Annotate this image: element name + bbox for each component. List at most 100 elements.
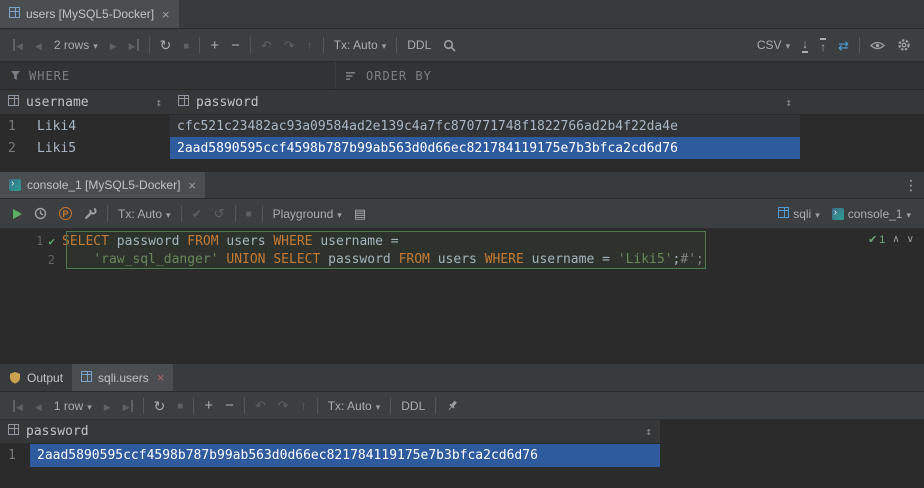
refresh-button[interactable] bbox=[154, 36, 178, 54]
page-size-dropdown[interactable]: 2 rows bbox=[48, 36, 104, 54]
results-tabbar: Output sqli.users × bbox=[0, 364, 924, 392]
cell-password-selected[interactable]: 2aad5890595ccf4598b787b99ab563d0d66ec821… bbox=[170, 137, 800, 159]
chevron-down-icon bbox=[166, 208, 171, 220]
console-session-dropdown[interactable]: console_1 bbox=[826, 205, 917, 223]
column-header-password[interactable]: password bbox=[0, 420, 660, 443]
stop-button[interactable] bbox=[171, 397, 189, 414]
table-row[interactable]: 1 Liki4 cfc521c23482ac93a09584ad2e139c4a… bbox=[0, 115, 924, 137]
cell-username[interactable]: Liki5 bbox=[30, 137, 170, 159]
submit-button[interactable] bbox=[295, 398, 313, 414]
next-result-button[interactable] bbox=[907, 234, 914, 245]
commit-button[interactable] bbox=[186, 206, 208, 222]
filter-funnel-icon bbox=[10, 70, 21, 81]
console-toolbar-right: sqli console_1 bbox=[772, 205, 917, 223]
cell-password[interactable]: cfc521c23482ac93a09584ad2e139c4a7fc87077… bbox=[170, 115, 800, 137]
tab-console-1[interactable]: console_1 [MySQL5-Docker] × bbox=[0, 172, 205, 198]
pin-icon bbox=[446, 399, 459, 412]
ddl-button[interactable]: DDL bbox=[395, 397, 431, 415]
table-row[interactable]: 2 Liki5 2aad5890595ccf4598b787b99ab563d0… bbox=[0, 137, 924, 159]
statement-result-nav: 1 bbox=[868, 233, 914, 246]
find-button[interactable] bbox=[437, 37, 462, 54]
tx-mode-dropdown[interactable]: Tx: Auto bbox=[328, 36, 393, 54]
last-row-button[interactable] bbox=[123, 37, 145, 53]
next-row-button[interactable] bbox=[104, 37, 123, 53]
chevron-down-icon bbox=[815, 208, 820, 220]
tab-result-sqli-users[interactable]: sqli.users × bbox=[72, 364, 173, 391]
database-icon bbox=[778, 207, 789, 221]
tab-output[interactable]: Output bbox=[0, 364, 72, 391]
filter-bar: WHERE ORDER BY bbox=[0, 62, 924, 90]
toolbar-divider bbox=[193, 398, 194, 414]
first-row-button[interactable] bbox=[7, 398, 29, 414]
last-row-button[interactable] bbox=[117, 398, 139, 414]
toolbar-divider bbox=[143, 398, 144, 414]
sort-icon[interactable] bbox=[645, 425, 652, 438]
delete-row-button[interactable] bbox=[219, 396, 240, 415]
cell-password-selected[interactable]: 2aad5890595ccf4598b787b99ab563d0d66ec821… bbox=[30, 444, 660, 467]
redo-button[interactable] bbox=[278, 37, 301, 54]
revert-button[interactable] bbox=[255, 37, 278, 54]
plus-icon bbox=[210, 38, 219, 53]
close-icon[interactable]: × bbox=[162, 7, 170, 22]
history-button[interactable] bbox=[28, 205, 53, 222]
redo-button[interactable] bbox=[272, 397, 295, 414]
sync-button[interactable] bbox=[832, 37, 855, 54]
tab-label: console_1 [MySQL5-Docker] bbox=[27, 178, 180, 192]
sort-icon[interactable] bbox=[155, 96, 162, 109]
stop-icon bbox=[177, 399, 183, 412]
next-row-button[interactable] bbox=[98, 398, 117, 414]
rollback-button[interactable] bbox=[208, 205, 231, 222]
close-icon[interactable]: × bbox=[188, 178, 196, 193]
console-settings-button[interactable] bbox=[78, 205, 103, 222]
page-size-dropdown[interactable]: 1 row bbox=[48, 397, 98, 415]
where-filter-field[interactable]: WHERE bbox=[0, 62, 336, 89]
export-data-button[interactable] bbox=[796, 36, 814, 55]
result-row[interactable]: 1 2aad5890595ccf4598b787b99ab563d0d66ec8… bbox=[0, 444, 924, 467]
column-header-password[interactable]: password bbox=[170, 90, 800, 114]
sort-icon[interactable] bbox=[785, 96, 792, 109]
toolbar-divider bbox=[317, 398, 318, 414]
view-parameters-button[interactable] bbox=[348, 205, 372, 222]
first-row-icon bbox=[13, 39, 23, 51]
row-number: 1 bbox=[0, 115, 30, 137]
export-format-dropdown[interactable]: CSV bbox=[751, 36, 796, 54]
run-button[interactable] bbox=[7, 207, 28, 221]
previous-row-button[interactable] bbox=[29, 398, 48, 414]
column-header-username[interactable]: username bbox=[0, 90, 170, 114]
previous-row-button[interactable] bbox=[29, 37, 48, 53]
add-row-button[interactable] bbox=[204, 36, 225, 55]
order-by-filter-field[interactable]: ORDER BY bbox=[336, 62, 442, 89]
next-row-icon bbox=[104, 400, 111, 412]
pin-tab-button[interactable] bbox=[440, 397, 465, 414]
first-row-button[interactable] bbox=[7, 37, 29, 53]
sql-editor[interactable]: 1 SELECT password FROM users WHERE usern… bbox=[0, 229, 924, 364]
close-icon[interactable]: × bbox=[157, 370, 165, 385]
cell-username[interactable]: Liki4 bbox=[30, 115, 170, 137]
stop-button[interactable] bbox=[177, 37, 195, 54]
tx-mode-dropdown[interactable]: Tx: Auto bbox=[112, 205, 177, 223]
line-number: 2 bbox=[48, 253, 55, 267]
refresh-icon bbox=[160, 38, 172, 52]
toolbar-divider bbox=[859, 37, 860, 53]
stop-button[interactable] bbox=[240, 205, 258, 222]
revert-button[interactable] bbox=[249, 397, 272, 414]
toolbar-divider bbox=[435, 398, 436, 414]
tab-users-grid[interactable]: users [MySQL5-Docker] × bbox=[0, 0, 179, 28]
stop-icon bbox=[246, 207, 252, 220]
ddl-button[interactable]: DDL bbox=[401, 36, 437, 54]
view-options-button[interactable] bbox=[864, 38, 891, 53]
more-options-button[interactable] bbox=[898, 176, 924, 194]
refresh-button[interactable] bbox=[148, 397, 172, 415]
submit-button[interactable] bbox=[301, 37, 319, 53]
search-icon bbox=[443, 39, 456, 52]
previous-result-button[interactable] bbox=[892, 234, 899, 245]
database-dropdown[interactable]: sqli bbox=[772, 205, 826, 223]
delete-row-button[interactable] bbox=[225, 36, 246, 55]
settings-button[interactable] bbox=[891, 36, 917, 54]
parameters-button[interactable] bbox=[53, 205, 78, 222]
tx-mode-dropdown[interactable]: Tx: Auto bbox=[322, 397, 387, 415]
import-data-button[interactable] bbox=[814, 36, 832, 55]
add-row-button[interactable] bbox=[198, 396, 219, 415]
kebab-menu-icon bbox=[904, 178, 918, 192]
playground-dropdown[interactable]: Playground bbox=[267, 205, 348, 223]
